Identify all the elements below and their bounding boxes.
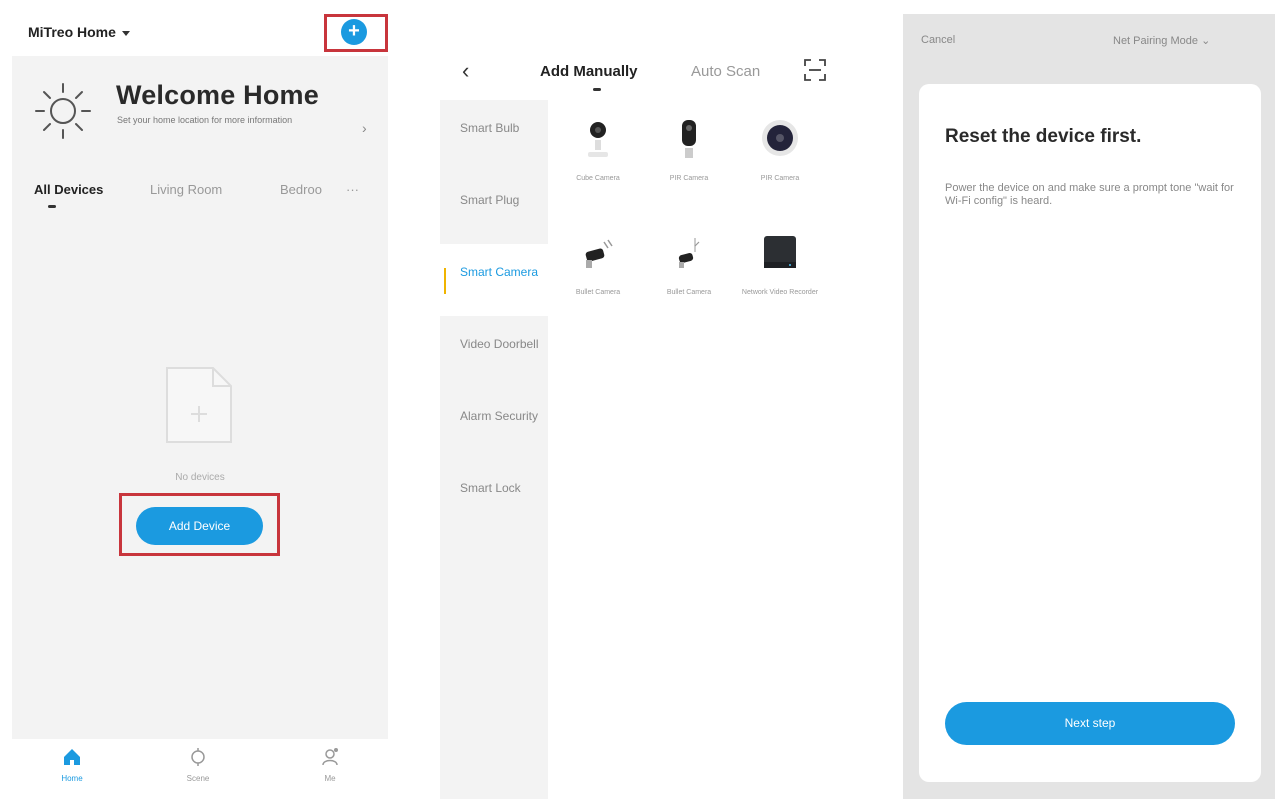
nav-scene[interactable]: Scene [168,747,228,783]
caret-down-icon [121,30,130,36]
reset-device-screen: Cancel Net Pairing Mode ⌄ Reset the devi… [903,14,1275,799]
room-tabs: All Devices Living Room Bedroo [34,182,374,206]
pairing-mode-dropdown[interactable]: Net Pairing Mode ⌄ [1113,34,1210,47]
device-label: PIR Camera [669,175,709,182]
device-tile[interactable]: Bullet Camera [554,232,642,312]
next-step-button[interactable]: Next step [945,702,1235,745]
category-label: Smart Plug [460,193,520,207]
nav-home-label: Home [61,774,83,783]
scene-icon [191,748,205,766]
active-tab-indicator [593,88,601,91]
tab-add-manually[interactable]: Add Manually [540,63,638,80]
cube-camera-icon [588,122,608,157]
category-label: Smart Lock [460,481,521,495]
add-plus-icon[interactable]: + [341,19,367,45]
dome-camera-icon [762,120,798,156]
device-tile[interactable]: PIR Camera [645,118,733,198]
category-smart-camera[interactable]: Smart Camera [440,244,548,316]
empty-document-icon [166,367,232,443]
category-sidebar: Smart Bulb Smart Plug Smart Camera Video… [440,100,548,799]
tab-living-room[interactable]: Living Room [150,182,222,197]
category-smart-plug[interactable]: Smart Plug [440,172,548,244]
device-tile[interactable]: PIR Camera [736,118,824,198]
bullet-camera-small-icon [678,238,700,268]
device-tile[interactable]: Network Video Recorder [736,232,824,312]
add-device-button[interactable]: Add Device [136,507,263,545]
bullet-camera-icon [585,239,613,268]
welcome-subtitle[interactable]: Set your home location for more informat… [117,115,327,126]
back-arrow-icon[interactable]: ‹ [462,58,469,84]
device-label: Bullet Camera [666,289,712,296]
category-label: Alarm Security [460,409,539,423]
cancel-button[interactable]: Cancel [921,34,955,46]
me-icon [322,748,338,766]
category-smart-lock[interactable]: Smart Lock [440,460,548,532]
welcome-title: Welcome Home [116,80,319,110]
pir-camera-icon [682,120,696,158]
sun-icon [35,83,91,139]
more-tabs-icon[interactable]: ··· [346,182,359,197]
reset-title: Reset the device first. [945,126,1142,147]
device-tile[interactable]: Cube Camera [554,118,642,198]
home-icon [64,749,80,765]
pairing-mode-label: Net Pairing Mode [1113,35,1198,47]
reset-description: Power the device on and make sure a prom… [945,182,1234,207]
category-alarm-security[interactable]: Alarm Security [440,388,548,460]
bottom-nav: Home Scene Me [12,739,388,799]
home-screen: MiTreo Home + Welcome Home Set your home… [0,0,395,799]
video-recorder-icon [764,236,796,268]
home-switcher-label: MiTreo Home [28,24,116,40]
add-device-screen: ‹ Add Manually Auto Scan Smart Bulb Smar… [440,0,840,799]
device-label: Network Video Recorder [741,289,819,296]
category-label: Video Doorbell [460,337,539,351]
chevron-down-icon: ⌄ [1201,35,1211,47]
category-label: Smart Bulb [460,121,520,135]
category-video-doorbell[interactable]: Video Doorbell [440,316,548,388]
reset-instructions-card: Reset the device first. Power the device… [919,84,1261,782]
nav-scene-label: Scene [186,774,210,783]
category-smart-bulb[interactable]: Smart Bulb [440,100,548,172]
device-tile[interactable]: Bullet Camera [645,232,733,312]
nav-me[interactable]: Me [300,747,360,783]
empty-state-text: No devices [175,472,225,483]
active-tab-indicator [48,205,56,208]
chevron-right-icon[interactable]: › [362,120,367,136]
tab-bedroom[interactable]: Bedroo [280,182,322,197]
device-label: PIR Camera [760,175,800,182]
device-label: Cube Camera [576,175,620,182]
scan-icon[interactable] [803,58,827,82]
tab-auto-scan[interactable]: Auto Scan [691,63,760,80]
home-switcher[interactable]: MiTreo Home [28,24,130,40]
selected-category-indicator [444,268,446,294]
category-label: Smart Camera [460,265,539,279]
nav-me-label: Me [324,774,336,783]
device-label: Bullet Camera [575,289,621,296]
nav-home[interactable]: Home [42,747,102,783]
tab-all-devices[interactable]: All Devices [34,182,103,197]
